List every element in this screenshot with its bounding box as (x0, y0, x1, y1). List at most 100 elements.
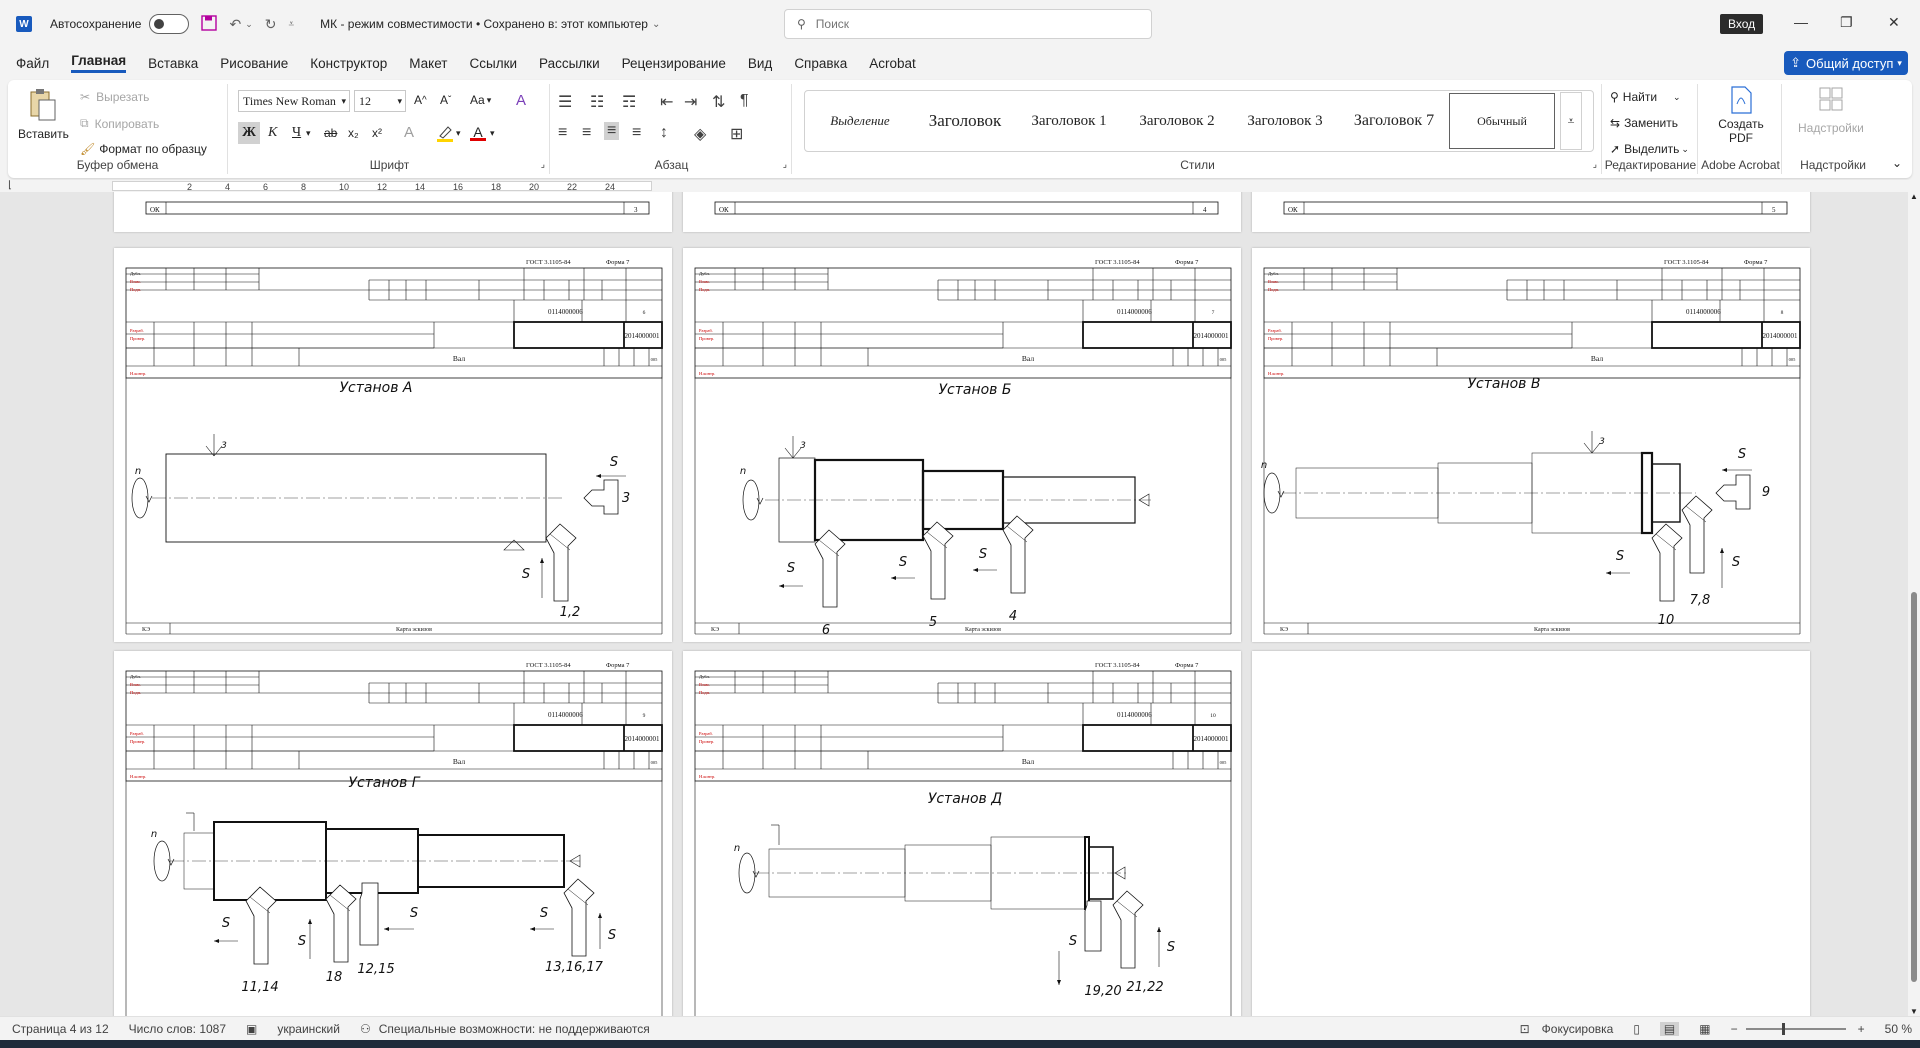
cut-button[interactable]: ✂ Вырезать (80, 90, 149, 104)
subscript-button[interactable]: x₂ (348, 126, 359, 140)
tab-help[interactable]: Справка (794, 56, 847, 71)
grow-font-icon[interactable]: A ^ (414, 93, 427, 107)
numbering-icon[interactable]: ☷ (590, 92, 604, 112)
undo-icon[interactable]: ↶ (229, 16, 241, 33)
collapse-ribbon-icon[interactable]: ⌄ (1892, 156, 1902, 170)
ruler-bar[interactable]: 2 4 6 8 10 12 14 16 18 20 22 24 (112, 181, 652, 192)
print-layout-icon[interactable]: ▤ (1659, 1021, 1680, 1036)
document-page[interactable]: ГОСТ 3.1105-84 Форма 7 0114000006 7 20140000… (683, 248, 1241, 642)
shading-icon[interactable]: ◈ (694, 124, 706, 144)
zoom-slider[interactable] (1745, 1022, 1846, 1035)
vertical-scrollbar[interactable]: ▲ ▼ (1908, 192, 1920, 1016)
style-title[interactable]: Заголовок (915, 93, 1015, 149)
font-family-select[interactable]: Times New Roman ▾ (238, 90, 350, 112)
shrink-font-icon[interactable]: Aˇ (440, 93, 451, 107)
align-center-icon[interactable]: ≡ (582, 124, 591, 142)
styles-more-icon[interactable]: ⩡ (1560, 92, 1582, 150)
customize-toolbar-icon[interactable]: ⩡ (289, 19, 295, 30)
document-page[interactable]: ГОСТ 3.1105-84 Форма 7 0114000006 6 20140000… (114, 248, 672, 642)
restore-icon[interactable]: ❐ (1840, 14, 1853, 31)
chevron-down-icon[interactable]: ▾ (306, 128, 311, 139)
decrease-indent-icon[interactable]: ⇤ (660, 92, 673, 112)
read-mode-icon[interactable]: ▯ (1633, 1022, 1640, 1036)
bold-button[interactable]: Ж (238, 122, 260, 144)
web-layout-icon[interactable]: ▦ (1699, 1022, 1710, 1036)
proofing-icon[interactable]: ▣ (246, 1022, 257, 1036)
document-title[interactable]: МК - режим совместимости • Сохранено в: … (320, 17, 648, 31)
sort-icon[interactable]: ⇅ (712, 92, 725, 112)
tab-insert[interactable]: Вставка (148, 56, 198, 71)
minimize-icon[interactable]: — (1794, 14, 1808, 30)
underline-button[interactable]: Ч (292, 125, 301, 141)
zoom-out-icon[interactable]: − (1731, 1022, 1738, 1036)
paste-button[interactable]: Вставить (18, 88, 69, 141)
tab-references[interactable]: Ссылки (470, 56, 518, 71)
increase-indent-icon[interactable]: ⇥ (684, 92, 697, 112)
align-left-icon[interactable]: ≡ (558, 124, 567, 142)
highlight-icon[interactable] (436, 124, 454, 142)
create-pdf-button[interactable]: Создать PDF (1710, 86, 1772, 145)
tab-file[interactable]: Файл (16, 56, 49, 71)
change-case-button[interactable]: Aa ▾ (470, 93, 491, 107)
copy-button[interactable]: ⧉ Копировать (80, 116, 159, 131)
zoom-in-icon[interactable]: + (1858, 1022, 1865, 1036)
pilcrow-icon[interactable]: ¶ (740, 92, 749, 110)
save-icon[interactable] (201, 14, 218, 34)
signin-button[interactable]: Вход (1720, 14, 1764, 34)
tab-stop-icon[interactable]: ⌊ (8, 180, 12, 191)
font-color-icon[interactable]: A (470, 124, 486, 141)
dialog-launcher-icon[interactable]: ⌟ (783, 159, 787, 170)
borders-icon[interactable]: ⊞ (730, 124, 743, 144)
multilevel-list-icon[interactable]: ☶ (622, 92, 636, 112)
redo-icon[interactable]: ↻ (265, 16, 277, 33)
distributed-icon[interactable]: ≡ (632, 124, 641, 142)
focus-button[interactable]: Фокусировка (1542, 1022, 1614, 1036)
style-emphasis[interactable]: Выделение (805, 93, 915, 149)
search-box[interactable]: ⚲ (784, 9, 1152, 39)
scroll-up-icon[interactable]: ▲ (1910, 192, 1918, 201)
text-effects-icon[interactable]: A (404, 124, 414, 141)
align-justify-icon[interactable]: ≡ (604, 122, 620, 140)
addins-button[interactable]: Надстройки (1798, 86, 1864, 135)
page-fragment[interactable]: ОК 3 (114, 192, 672, 232)
autosave-toggle[interactable] (149, 14, 190, 34)
format-painter-button[interactable]: 🖌 Формат по образцу (80, 142, 207, 156)
tab-draw[interactable]: Рисование (220, 56, 288, 71)
accessibility-status[interactable]: Специальные возможности: не поддерживают… (379, 1022, 650, 1036)
style-heading-2[interactable]: Заголовок 2 (1123, 93, 1231, 149)
document-page[interactable]: ГОСТ 3.1105-84 Форма 7 0114000006 9 20140000… (114, 651, 672, 1016)
page-fragment[interactable]: ОК 4 (683, 192, 1241, 232)
italic-button[interactable]: К (268, 125, 277, 141)
style-heading-1[interactable]: Заголовок 1 (1015, 93, 1123, 149)
page-indicator[interactable]: Страница 4 из 12 (12, 1022, 109, 1036)
chevron-down-icon[interactable]: ⌄ (245, 19, 253, 30)
tab-acrobat[interactable]: Acrobat (869, 56, 916, 71)
superscript-button[interactable]: x² (372, 126, 382, 140)
find-button[interactable]: ⚲ Найти ⌄ (1610, 90, 1681, 104)
dialog-launcher-icon[interactable]: ⌟ (541, 159, 545, 170)
document-page-blank[interactable] (1252, 651, 1810, 1016)
document-page[interactable]: ГОСТ 3.1105-84 Форма 7 0114000006 8 20140000… (1252, 248, 1810, 642)
scrollbar-thumb[interactable] (1911, 592, 1917, 982)
style-normal[interactable]: Обычный (1449, 93, 1555, 149)
dialog-launcher-icon[interactable]: ⌟ (1593, 159, 1597, 170)
tab-home[interactable]: Главная (71, 53, 127, 73)
language-indicator[interactable]: украинский (277, 1022, 340, 1036)
share-button[interactable]: ⇪ Общий доступ ▾ (1784, 51, 1908, 75)
clear-format-icon[interactable]: A (516, 92, 526, 109)
tab-design[interactable]: Конструктор (310, 56, 387, 71)
tab-view[interactable]: Вид (748, 56, 772, 71)
page-fragment[interactable]: ОК 5 (1252, 192, 1810, 232)
zoom-level[interactable]: 50 % (1885, 1022, 1912, 1036)
bullets-icon[interactable]: ☰ (558, 92, 572, 112)
font-size-select[interactable]: 12 ▾ (354, 90, 406, 112)
zoom-slider-thumb[interactable] (1781, 1022, 1785, 1035)
tab-layout[interactable]: Макет (409, 56, 447, 71)
strikethrough-button[interactable]: ab (324, 126, 337, 140)
select-button[interactable]: ➚ Выделить ⌄ (1610, 142, 1689, 156)
scroll-down-icon[interactable]: ▼ (1910, 1007, 1918, 1016)
search-input[interactable] (815, 17, 1116, 31)
close-icon[interactable]: ✕ (1888, 14, 1900, 31)
tab-review[interactable]: Рецензирование (622, 56, 726, 71)
tab-mailings[interactable]: Рассылки (539, 56, 600, 71)
